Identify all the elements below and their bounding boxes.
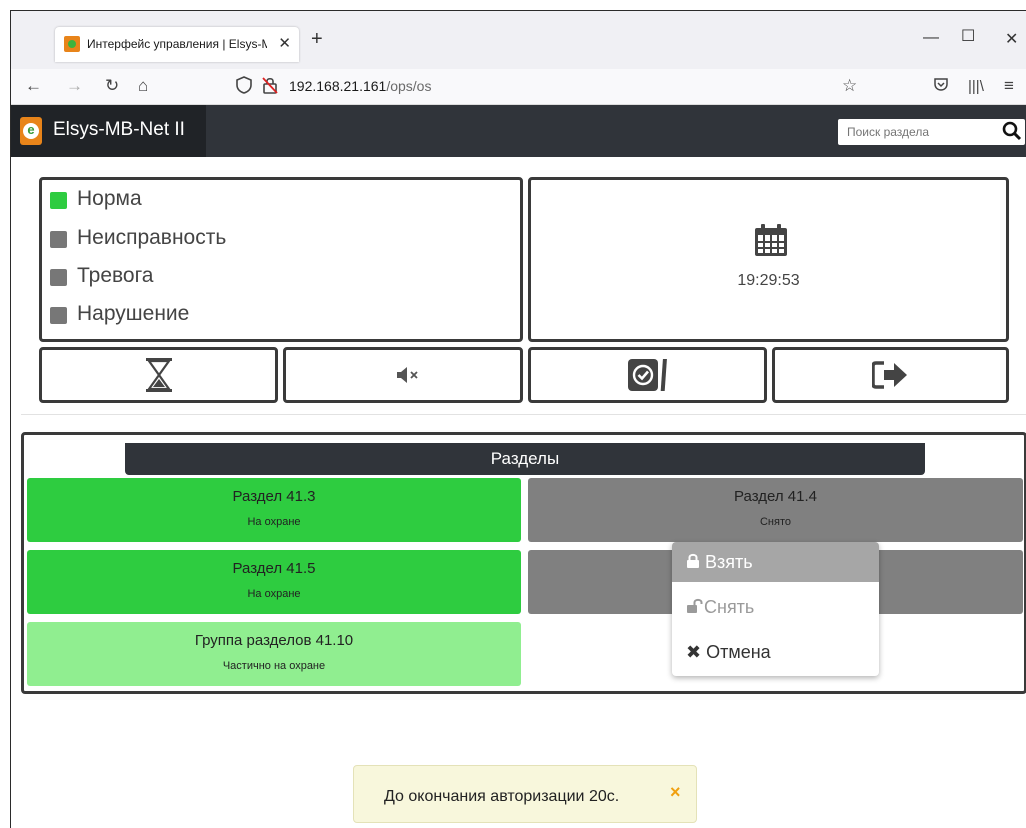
brand[interactable]: Elsys-MB-Net II <box>11 105 206 157</box>
section-tile-41-5[interactable]: Раздел 41.5 На охране <box>27 550 521 614</box>
status-indicator-gray <box>50 269 67 286</box>
app-header: Elsys-MB-Net II <box>11 105 1026 157</box>
close-icon: ✖ <box>686 642 702 662</box>
status-indicator-green <box>50 192 67 209</box>
section-state: Частично на охране <box>222 660 326 672</box>
search-box <box>838 119 1025 145</box>
elsys-logo-icon <box>20 117 42 145</box>
check-square-icon <box>627 358 671 397</box>
bookmark-star-icon[interactable]: ☆ <box>842 76 857 96</box>
url-bar[interactable]: 192.168.21.161/ops/os <box>289 78 431 94</box>
brand-name: Elsys-MB-Net II <box>53 119 185 140</box>
acknowledge-button[interactable] <box>528 347 767 403</box>
section-name: Раздел 41.3 <box>232 488 316 505</box>
browser-nav-bar: ← → ↻ ⌂ 192.168.21.161/ops/os ☆ |||\ ≡ <box>11 69 1026 105</box>
menu-item-label: Взять <box>705 552 753 572</box>
unlock-icon <box>687 598 703 613</box>
tab-close-icon[interactable]: ✕ <box>278 34 291 52</box>
status-label: Норма <box>77 187 142 210</box>
pocket-icon[interactable] <box>933 76 949 97</box>
section-tile-41-3[interactable]: Раздел 41.3 На охране <box>27 478 521 542</box>
section-tile-41-4[interactable]: Раздел 41.4 Снято <box>528 478 1023 542</box>
search-input[interactable] <box>838 119 993 145</box>
status-label: Нарушение <box>77 302 190 325</box>
history-button[interactable] <box>39 347 278 403</box>
window-close-icon[interactable]: ✕ <box>1005 29 1018 49</box>
reload-icon[interactable]: ↻ <box>105 76 119 96</box>
browser-tab-bar: Интерфейс управления | Elsys-MB-Net II ✕… <box>11 11 1026 69</box>
section-context-menu: Взять Снять ✖ Отмена <box>672 542 879 676</box>
menu-item-label: Отмена <box>706 642 771 662</box>
status-label: Тревога <box>77 264 154 287</box>
section-name: Раздел 41.4 <box>734 488 817 505</box>
library-icon[interactable]: |||\ <box>968 78 984 95</box>
section-name: Группа разделов 41.10 <box>194 632 354 649</box>
menu-item-arm[interactable]: Взять <box>672 542 879 582</box>
url-path: /ops/os <box>386 78 432 94</box>
back-arrow-icon[interactable]: ← <box>25 76 42 96</box>
logout-button[interactable] <box>772 347 1009 403</box>
section-name: Раздел 41.5 <box>232 560 316 577</box>
status-label: Неисправность <box>77 226 227 249</box>
status-indicator-gray <box>50 231 67 248</box>
clock-panel: 19:29:53 <box>528 177 1009 342</box>
search-icon[interactable] <box>1002 120 1022 148</box>
menu-item-cancel[interactable]: ✖ Отмена <box>672 632 879 672</box>
elsys-favicon-icon <box>64 36 80 52</box>
insecure-lock-icon[interactable] <box>262 76 278 99</box>
toast-close-icon[interactable]: × <box>670 782 681 803</box>
forward-arrow-icon[interactable]: → <box>66 76 83 96</box>
section-state: Снято <box>759 516 791 528</box>
section-state: На охране <box>247 516 301 528</box>
status-indicator-gray <box>50 307 67 324</box>
browser-window: Интерфейс управления | Elsys-MB-Net II ✕… <box>10 10 1026 828</box>
hourglass-icon <box>145 357 173 398</box>
menu-item-label: Снять <box>704 597 755 617</box>
browser-tab[interactable]: Интерфейс управления | Elsys-MB-Net II ✕ <box>55 27 299 62</box>
calendar-icon <box>753 222 789 263</box>
section-group-tile-41-10[interactable]: Группа разделов 41.10 Частично на охране <box>27 622 521 686</box>
tab-title: Интерфейс управления | Elsys-MB-Net II <box>87 37 267 51</box>
section-state: На охране <box>247 588 301 600</box>
auth-timeout-toast: До окончания авторизации 20с. × <box>353 765 697 823</box>
maximize-icon[interactable]: ☐ <box>961 26 975 46</box>
sections-title: Разделы <box>125 443 925 475</box>
menu-item-disarm[interactable]: Снять <box>672 587 879 627</box>
sign-out-icon <box>871 360 908 395</box>
minimize-icon[interactable]: — <box>923 29 939 47</box>
url-host: 192.168.21.161 <box>289 78 387 94</box>
mute-sound-button[interactable] <box>283 347 523 403</box>
current-time: 19:29:53 <box>737 272 800 289</box>
status-panel: Норма Неисправность Тревога Нарушение <box>39 177 523 342</box>
shield-icon[interactable] <box>236 76 252 99</box>
home-icon[interactable]: ⌂ <box>138 76 148 96</box>
toast-message: До окончания авторизации 20с. <box>384 788 620 805</box>
volume-mute-icon <box>396 366 420 389</box>
divider <box>21 414 1026 415</box>
new-tab-icon[interactable]: + <box>311 28 323 51</box>
menu-icon[interactable]: ≡ <box>1004 76 1014 96</box>
lock-icon <box>687 553 699 568</box>
